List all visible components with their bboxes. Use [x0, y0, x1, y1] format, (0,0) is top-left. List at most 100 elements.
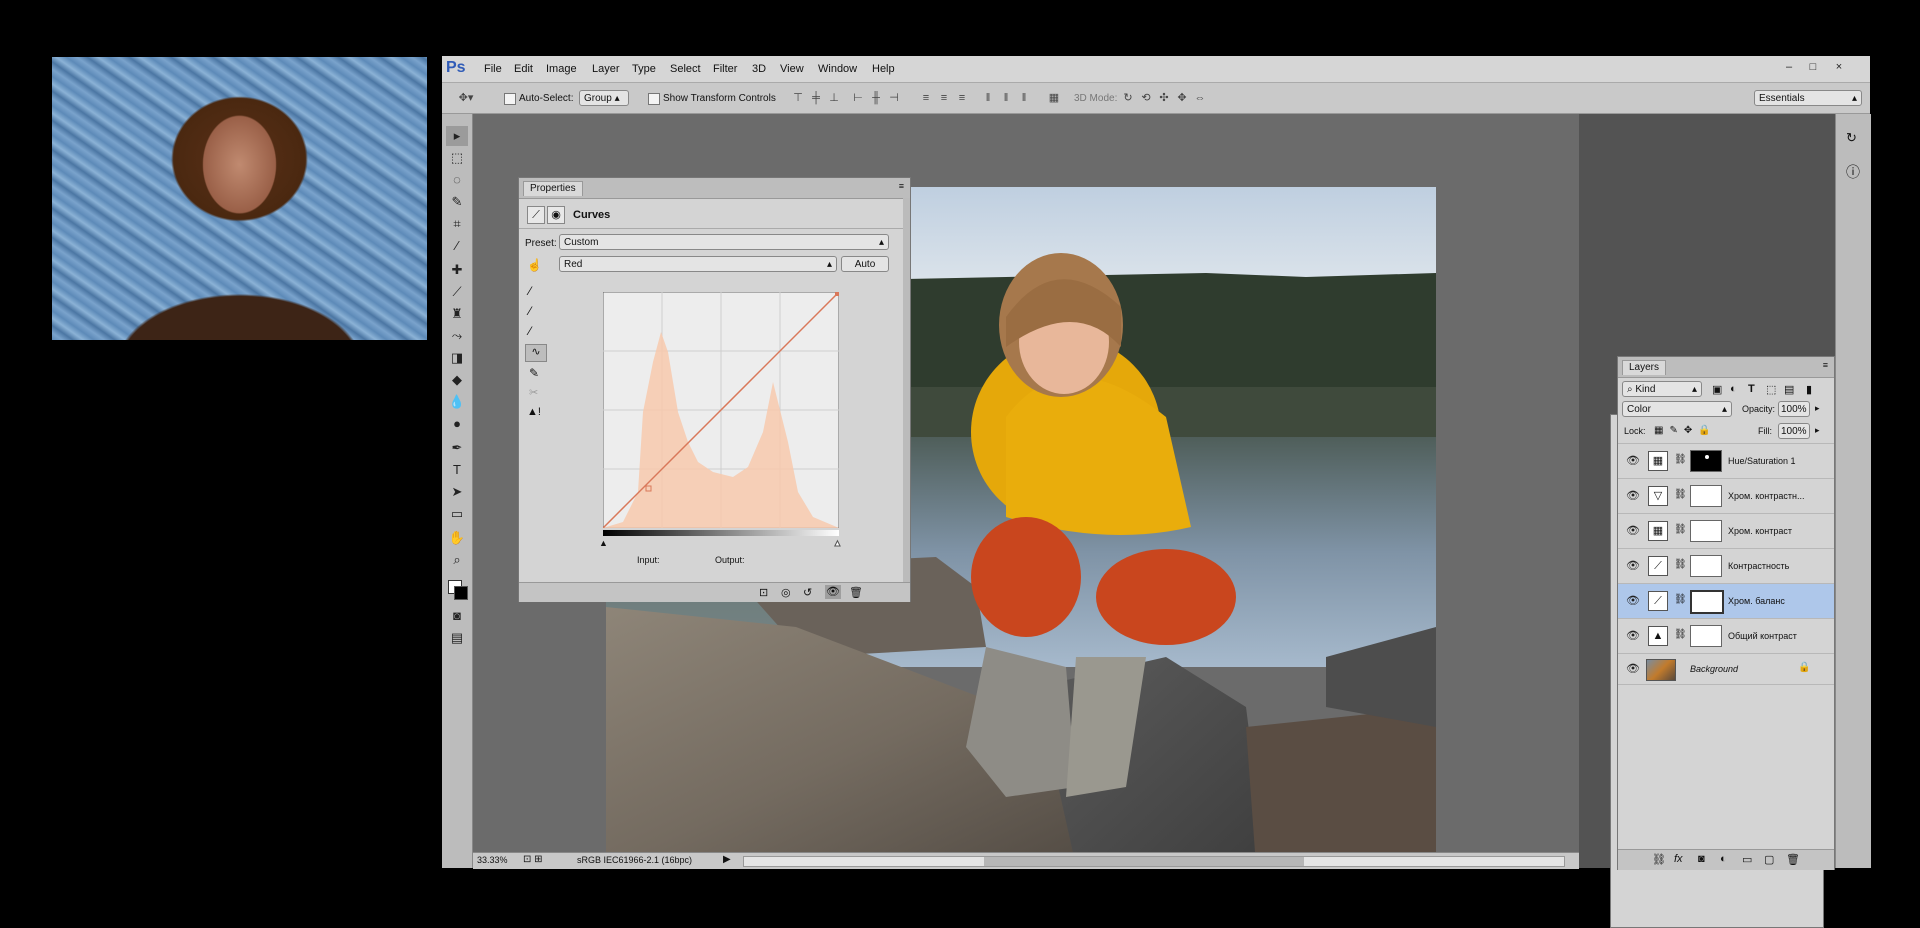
curves-graph[interactable]	[603, 292, 839, 528]
targeted-adjustment-icon[interactable]: ☝	[527, 258, 542, 272]
3d-roll-icon[interactable]: ⟲	[1140, 92, 1152, 104]
workspace-dropdown[interactable]: Essentials ▴	[1754, 90, 1862, 106]
minimize-button[interactable]: –	[1780, 59, 1798, 75]
menu-3d[interactable]: 3D	[752, 63, 766, 75]
layers-tab[interactable]: Layers	[1622, 360, 1667, 375]
layer-mask-thumbnail[interactable]	[1690, 450, 1722, 472]
menu-type[interactable]: Type	[632, 63, 656, 75]
marquee-tool-icon[interactable]: ⬚	[446, 148, 468, 168]
layer-mask-thumbnail[interactable]	[1690, 625, 1722, 647]
filter-adjustment-icon[interactable]: ◐	[1730, 383, 1737, 395]
fill-slider-arrow-icon[interactable]: ▸	[1815, 425, 1820, 436]
opacity-input[interactable]: 100%	[1778, 401, 1810, 417]
clone-stamp-tool-icon[interactable]: ♜	[446, 304, 468, 324]
preset-dropdown[interactable]: Custom ▴	[559, 234, 889, 250]
3d-slide-icon[interactable]: ✥	[1176, 92, 1188, 104]
layer-row-selected[interactable]: 👁 ⟋ ⛓ Хром. баланс	[1618, 583, 1834, 619]
distribute-left-icon[interactable]: ‖	[982, 92, 994, 104]
eye-icon[interactable]: 👁	[1626, 662, 1640, 676]
new-adjustment-icon[interactable]: ◐	[1720, 853, 1727, 865]
chain-icon[interactable]: ⛓	[1674, 524, 1687, 535]
gray-point-eyedropper-icon[interactable]: ⁄	[529, 304, 531, 318]
eye-icon[interactable]: 👁	[1626, 524, 1640, 538]
white-point-eyedropper-icon[interactable]: ⁄	[529, 284, 531, 298]
lasso-tool-icon[interactable]: ◌	[446, 170, 468, 190]
filter-shape-icon[interactable]: ⬚	[1766, 383, 1776, 396]
blur-tool-icon[interactable]: 💧	[446, 392, 468, 412]
filter-toggle-icon[interactable]: ▮	[1806, 383, 1812, 396]
layer-row[interactable]: 👁 ▦ ⛓ Хром. контраст	[1618, 513, 1834, 549]
layer-mask-thumbnail[interactable]	[1690, 590, 1724, 614]
add-mask-icon[interactable]: ◙	[1698, 853, 1705, 865]
smooth-curve-icon[interactable]: ✂	[529, 386, 538, 399]
curve-endpoint[interactable]	[835, 292, 839, 296]
layer-row[interactable]: 👁 ⟋ ⛓ Контрастность	[1618, 548, 1834, 584]
menu-image[interactable]: Image	[546, 63, 577, 75]
eye-icon[interactable]: 👁	[1626, 559, 1640, 573]
type-tool-icon[interactable]: T	[446, 460, 468, 480]
pencil-curve-icon[interactable]: ✎	[529, 366, 539, 380]
chain-icon[interactable]: ⛓	[1674, 594, 1687, 605]
menu-select[interactable]: Select	[670, 63, 701, 75]
chain-icon[interactable]: ⛓	[1674, 559, 1687, 570]
chain-icon[interactable]: ⛓	[1674, 489, 1687, 500]
rectangle-tool-icon[interactable]: ▭	[446, 504, 468, 524]
screen-mode-icon[interactable]: ▤	[446, 628, 468, 648]
menu-layer[interactable]: Layer	[592, 63, 620, 75]
eye-icon[interactable]: 👁	[1626, 629, 1640, 643]
zoom-tool-icon[interactable]: ⌕	[446, 550, 468, 570]
blend-mode-dropdown[interactable]: Color ▴	[1622, 401, 1732, 417]
chain-icon[interactable]: ⛓	[1674, 629, 1687, 640]
align-top-icon[interactable]: ⊤	[792, 92, 804, 104]
move-tool-icon[interactable]: ▸	[446, 126, 468, 146]
lock-icons[interactable]: ▦✎✥🔒	[1654, 425, 1717, 436]
eye-icon[interactable]: 👁	[1626, 489, 1640, 503]
align-bottom-icon[interactable]: ⊥	[828, 92, 840, 104]
auto-select-checkbox[interactable]	[504, 93, 516, 105]
layer-row[interactable]: 👁 ▲ ⛓ Общий контраст	[1618, 618, 1834, 654]
distribute-vcenter-icon[interactable]: ≡	[938, 92, 950, 104]
filter-type-icon[interactable]: T	[1748, 383, 1755, 395]
horizontal-scrollbar[interactable]	[743, 856, 1565, 867]
move-tool-preset-icon[interactable]: ✥▾	[456, 92, 476, 104]
show-transform-checkbox[interactable]	[648, 93, 660, 105]
align-left-icon[interactable]: ⊢	[852, 92, 864, 104]
healing-brush-tool-icon[interactable]: ✚	[446, 260, 468, 280]
layer-mask-thumbnail[interactable]	[1690, 555, 1722, 577]
menu-edit[interactable]: Edit	[514, 63, 533, 75]
distribute-bottom-icon[interactable]: ≡	[956, 92, 968, 104]
3d-scale-icon[interactable]: ⇔	[1194, 92, 1206, 104]
paint-bucket-tool-icon[interactable]: ◆	[446, 370, 468, 390]
clip-to-layer-icon[interactable]: ⊡	[759, 586, 768, 599]
distribute-top-icon[interactable]: ≡	[920, 92, 932, 104]
align-right-icon[interactable]: ⊣	[888, 92, 900, 104]
eye-icon[interactable]: 👁	[1626, 594, 1640, 608]
3d-rotate-icon[interactable]: ↻	[1122, 92, 1134, 104]
background-color-swatch[interactable]	[454, 586, 468, 600]
status-icons[interactable]: ⊡ ⊞	[523, 854, 543, 865]
menu-file[interactable]: File	[484, 63, 502, 75]
auto-button[interactable]: Auto	[841, 256, 889, 272]
layers-menu-icon[interactable]: ≡	[1823, 360, 1828, 370]
auto-select-dropdown[interactable]: Group ▴	[579, 90, 629, 106]
filter-pixel-icon[interactable]: ▣	[1712, 383, 1722, 396]
black-input-slider[interactable]: ▲	[599, 538, 608, 548]
curve-point-tool-icon[interactable]: ∿	[525, 344, 547, 362]
reset-icon[interactable]: ↺	[803, 586, 812, 599]
history-brush-tool-icon[interactable]: ⤳	[446, 326, 468, 346]
layer-row[interactable]: 👁 ▦ ⛓ Hue/Saturation 1	[1618, 443, 1834, 479]
zoom-level[interactable]: 33.33%	[477, 855, 508, 865]
eye-icon[interactable]: 👁	[1626, 454, 1640, 468]
layer-style-icon[interactable]: fx	[1674, 853, 1683, 865]
dodge-tool-icon[interactable]: ●	[446, 414, 468, 434]
visibility-toggle-icon[interactable]: 👁	[825, 585, 841, 599]
menu-filter[interactable]: Filter	[713, 63, 737, 75]
channel-dropdown[interactable]: Red ▴	[559, 256, 837, 272]
quick-select-tool-icon[interactable]: ✎	[446, 192, 468, 212]
delete-icon[interactable]: 🗑	[849, 586, 863, 599]
layer-mask-thumbnail[interactable]	[1690, 485, 1722, 507]
crop-tool-icon[interactable]: ⌗	[446, 214, 468, 234]
new-group-icon[interactable]: ▭	[1742, 853, 1752, 866]
auto-align-icon[interactable]: ▦	[1048, 92, 1060, 104]
layer-mask-thumbnail[interactable]	[1690, 520, 1722, 542]
